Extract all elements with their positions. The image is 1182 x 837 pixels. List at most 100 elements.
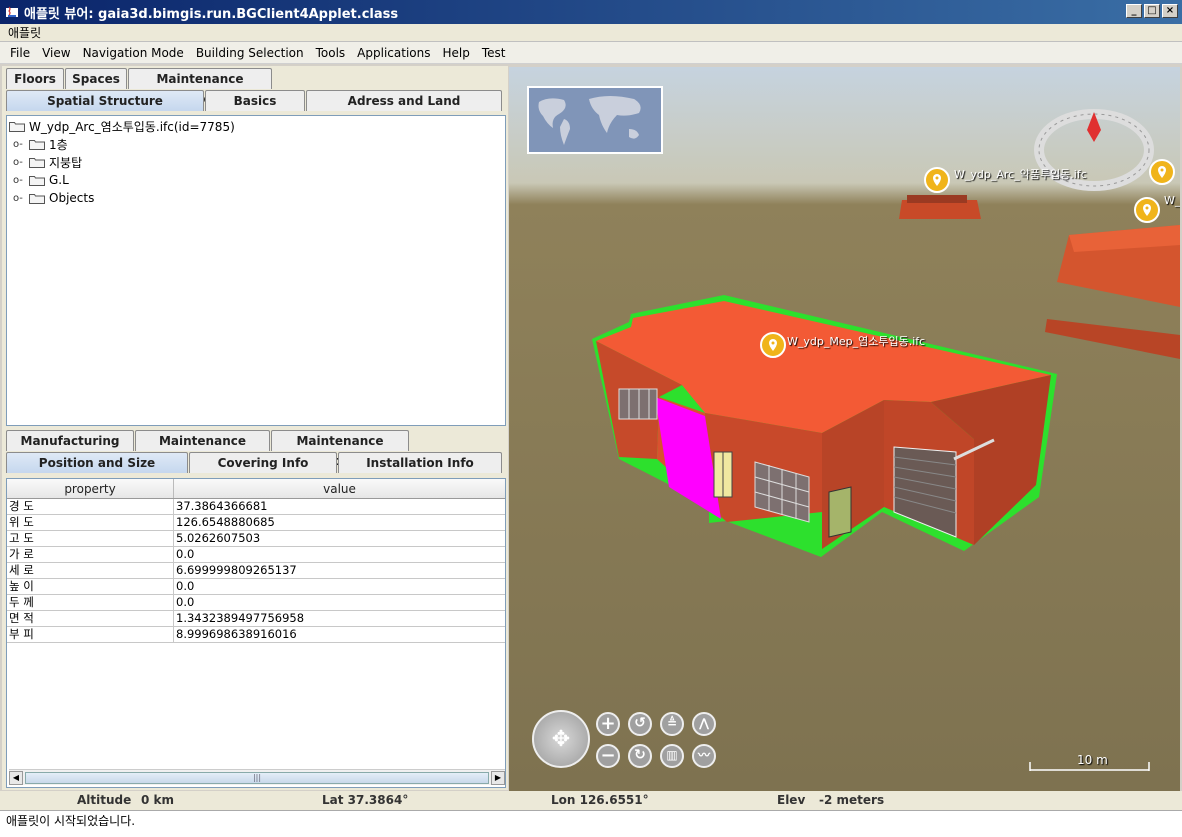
value-cell: 0.0	[176, 595, 195, 609]
spatial-tree: W_ydp_Arc_염소투입동.ifc(id=7785) o- 1층 o- 지붕…	[6, 115, 506, 426]
elevation-label: Elev	[777, 793, 806, 807]
distant-building-2[interactable]	[1045, 225, 1180, 359]
bottom-tabs-row2: Position and Size Covering Info Installa…	[6, 452, 503, 473]
tree-item[interactable]: o- 1층	[13, 136, 68, 152]
tab-maintenance-history[interactable]: Maintenance History	[135, 430, 270, 468]
column-header-property[interactable]: property	[7, 479, 174, 498]
close-button[interactable]: ×	[1162, 4, 1178, 18]
menu-view[interactable]: View	[36, 43, 76, 63]
latitude-value: Lat 37.3864°	[322, 793, 409, 807]
column-header-value[interactable]: value	[174, 479, 505, 498]
table-row[interactable]: 두 께 0.0	[7, 595, 505, 611]
menu-navigation-mode[interactable]: Navigation Mode	[77, 43, 190, 63]
scale-label: 10 m	[1077, 753, 1108, 767]
rotate-right-icon[interactable]: ↻	[628, 744, 652, 768]
placemark-icon[interactable]	[1149, 159, 1175, 185]
menu-bar: File View Navigation Mode Building Selec…	[0, 42, 1182, 64]
scroll-right-button[interactable]: ▶	[491, 770, 505, 785]
tab-covering-info[interactable]: Covering Info	[189, 452, 337, 473]
folder-icon	[29, 156, 45, 168]
java-app-icon	[4, 4, 20, 20]
scroll-thumb[interactable]: |||	[25, 771, 489, 784]
property-cell: 부 피	[7, 627, 174, 642]
door	[828, 486, 852, 538]
altitude-value: 0 km	[141, 793, 175, 807]
folder-icon	[9, 120, 25, 132]
scroll-left-button[interactable]: ◀	[9, 770, 23, 785]
window	[618, 388, 658, 420]
table-row[interactable]: 세 로 6.699999809265137	[7, 563, 505, 579]
table-row[interactable]: 높 이 0.0	[7, 579, 505, 595]
expand-handle-icon[interactable]: o-	[13, 193, 25, 204]
status-bar: Altitude 0 km Lat 37.3864° Lon 126.6551°…	[0, 791, 1182, 810]
tab-installation-info[interactable]: Installation Info	[338, 452, 502, 473]
tab-spatial-structure[interactable]: Spatial Structure	[6, 90, 204, 111]
placemark-label[interactable]: W_	[1164, 194, 1180, 207]
tab-floors[interactable]: Floors	[6, 68, 64, 89]
menu-file[interactable]: File	[4, 43, 36, 63]
tab-maintenance-records[interactable]: Maintenance Records	[128, 68, 272, 106]
globe-3d-viewport[interactable]: W_ydp_Arc_약품투입동.ifc W_ W_ydp_Mep_염소투입동.i…	[509, 67, 1180, 791]
zoom-in-icon[interactable]: +	[596, 712, 620, 736]
tab-basics[interactable]: Basics	[205, 90, 305, 111]
top-tabs-row1: Floors Spaces Maintenance Records	[6, 68, 273, 106]
menu-building-selection[interactable]: Building Selection	[190, 43, 310, 63]
tree-root-label: W_ydp_Arc_염소투입동.ifc(id=7785)	[29, 119, 235, 134]
altitude-label: Altitude	[77, 793, 132, 807]
placemark-icon[interactable]	[1134, 197, 1160, 223]
menu-tools[interactable]: Tools	[310, 43, 352, 63]
value-cell: 8.999698638916016	[176, 627, 297, 641]
tilt-up-icon[interactable]: ≜	[660, 712, 684, 736]
tree-root[interactable]: W_ydp_Arc_염소투입동.ifc(id=7785)	[9, 118, 235, 134]
placemark-label[interactable]: W_ydp_Mep_염소투입동.ifc	[787, 333, 925, 349]
tab-spaces[interactable]: Spaces	[65, 68, 127, 89]
value-cell: 0.0	[176, 579, 195, 593]
expand-handle-icon[interactable]: o-	[13, 139, 25, 150]
table-row[interactable]: 부 피 8.999698638916016	[7, 627, 505, 643]
tree-item-label: G.L	[49, 173, 69, 187]
tree-item[interactable]: o- Objects	[13, 190, 94, 206]
value-cell: 5.0262607503	[176, 531, 261, 545]
window-title: 애플릿 뷰어: gaia3d.bimgis.run.BGClient4Apple…	[24, 6, 399, 22]
table-row[interactable]: 고 도 5.0262607503	[7, 531, 505, 547]
placemark-icon[interactable]	[924, 167, 950, 193]
world-map-minimap[interactable]	[527, 86, 663, 154]
tree-item[interactable]: o- G.L	[13, 172, 69, 188]
value-cell: 1.3432389497756958	[176, 611, 305, 625]
zoom-out-icon[interactable]: −	[596, 744, 620, 768]
applet-status-message: 애플릿이 시작되었습니다.	[0, 810, 1182, 837]
table-header: property value	[7, 479, 505, 499]
expand-handle-icon[interactable]: o-	[13, 175, 25, 186]
expand-handle-icon[interactable]: o-	[13, 157, 25, 168]
pan-control-icon[interactable]: ✥	[532, 710, 590, 768]
tab-position-and-size[interactable]: Position and Size	[6, 452, 188, 473]
tree-item-label: 지붕탑	[49, 155, 83, 170]
value-cell: 0.0	[176, 547, 195, 561]
placemark-label[interactable]: W_ydp_Arc_약품투입동.ifc	[954, 166, 1087, 182]
minimize-button[interactable]: _	[1126, 4, 1142, 18]
menu-applications[interactable]: Applications	[351, 43, 436, 63]
menu-help[interactable]: Help	[436, 43, 475, 63]
property-cell: 위 도	[7, 515, 174, 530]
placemark-icon[interactable]	[760, 332, 786, 358]
table-body: 경 도 37.3864366681 위 도 126.6548880685 고 도 5.02…	[7, 499, 505, 643]
exaggerate-up-icon[interactable]: ⋀	[692, 712, 716, 736]
tilt-down-icon[interactable]: ▥	[660, 744, 684, 768]
table-row[interactable]: 경 도 37.3864366681	[7, 499, 505, 515]
table-row[interactable]: 위 도 126.6548880685	[7, 515, 505, 531]
tree-item-label: 1층	[49, 137, 68, 152]
exaggerate-down-icon[interactable]: 〰	[692, 744, 716, 768]
tab-maintenance-criteria[interactable]: Maintenance Criteria	[271, 430, 409, 468]
tab-address-and-land[interactable]: Adress and Land	[306, 90, 502, 111]
table-row[interactable]: 가 로 0.0	[7, 547, 505, 563]
tab-manufacturing-info[interactable]: Manufacturing Info	[6, 430, 134, 468]
horizontal-scrollbar[interactable]: ◀ ||| ▶	[9, 769, 505, 785]
distant-building-1[interactable]	[899, 195, 981, 219]
tree-item[interactable]: o- 지붕탑	[13, 154, 82, 170]
door	[713, 451, 733, 498]
rotate-left-icon[interactable]: ↺	[628, 712, 652, 736]
menu-test[interactable]: Test	[476, 43, 512, 63]
table-row[interactable]: 면 적 1.3432389497756958	[7, 611, 505, 627]
maximize-button[interactable]: □	[1144, 4, 1160, 18]
properties-table: property value 경 도 37.3864366681 위 도 126.65…	[6, 478, 506, 788]
